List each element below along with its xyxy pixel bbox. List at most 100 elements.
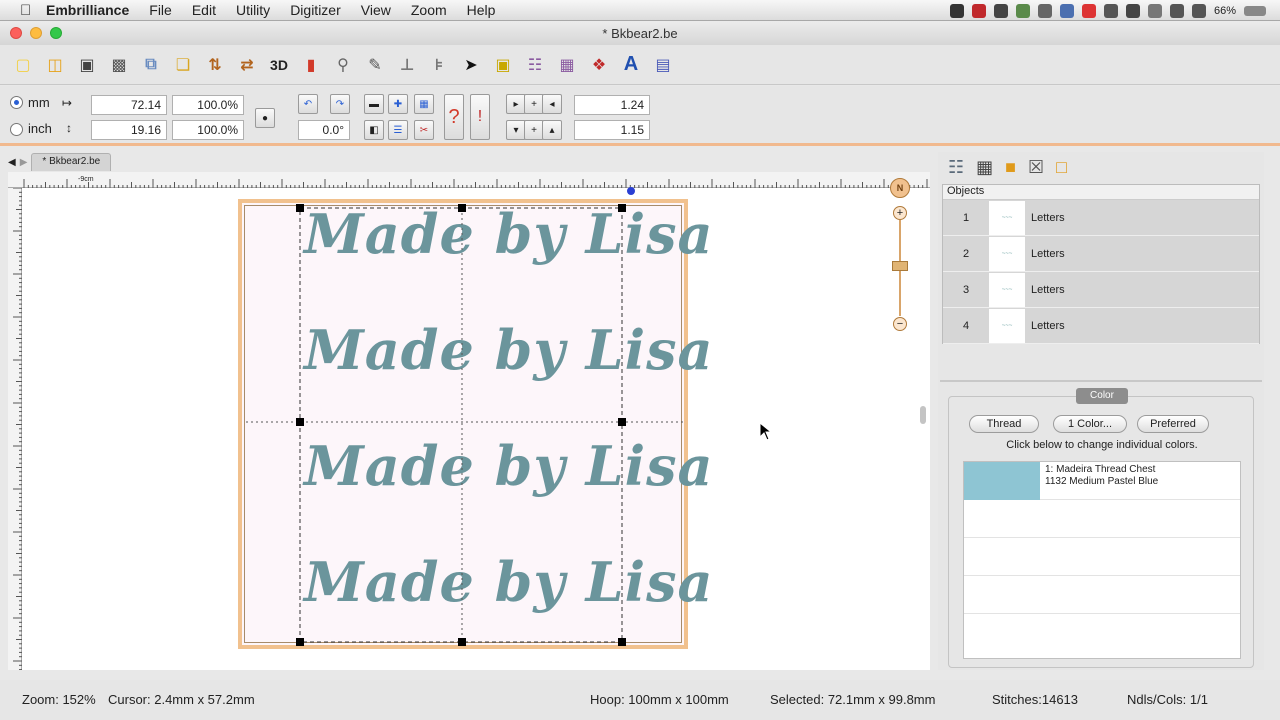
- camera-icon[interactable]: [993, 3, 1008, 18]
- refresh-icon[interactable]: [1059, 3, 1074, 18]
- time-machine-icon[interactable]: [1147, 3, 1162, 18]
- paste-icon[interactable]: ❏: [170, 52, 196, 78]
- text-tool-icon[interactable]: A: [618, 52, 644, 78]
- rotation-field[interactable]: 0.0°: [298, 120, 350, 140]
- color-row[interactable]: 1: Madeira Thread Chest 1132 Medium Past…: [964, 462, 1240, 500]
- unit-inch-radio[interactable]: [10, 123, 23, 136]
- menu-view[interactable]: View: [361, 2, 391, 18]
- lock-aspect-icon[interactable]: ●: [255, 108, 275, 128]
- alert-icon[interactable]: !: [470, 94, 490, 140]
- new-file-icon[interactable]: ▢: [10, 52, 36, 78]
- menu-file[interactable]: File: [149, 2, 172, 18]
- align-left-icon[interactable]: ◧: [364, 120, 384, 140]
- one-color-button[interactable]: 1 Color...: [1053, 415, 1127, 433]
- ruler-icon[interactable]: ✎: [362, 52, 388, 78]
- arrange-plus-h-icon[interactable]: +: [524, 94, 544, 114]
- help-question-icon[interactable]: ?: [444, 94, 464, 140]
- group-icon[interactable]: ▦: [414, 94, 434, 114]
- bar-chart-icon[interactable]: ▮: [298, 52, 324, 78]
- menu-digitizer[interactable]: Digitizer: [290, 2, 341, 18]
- object-row[interactable]: 2 ~~~ Letters: [943, 236, 1259, 272]
- resize-handle-r[interactable]: [618, 418, 626, 426]
- resize-handle-b[interactable]: [458, 638, 466, 646]
- monogram-icon[interactable]: ▤: [650, 52, 676, 78]
- center-icon[interactable]: ✚: [388, 94, 408, 114]
- height-percent-field[interactable]: 100.0%: [172, 120, 244, 140]
- spacing-horizontal-field[interactable]: 1.24: [574, 95, 650, 115]
- rotate-right-icon[interactable]: ↷: [330, 94, 350, 114]
- status-app-icon[interactable]: [949, 3, 964, 18]
- save-icon[interactable]: ▣: [74, 52, 100, 78]
- object-row[interactable]: 4 ~~~ Letters: [943, 308, 1259, 344]
- unlock-icon[interactable]: □: [1056, 157, 1067, 178]
- print-icon[interactable]: ▩: [106, 52, 132, 78]
- volume-icon[interactable]: [1191, 3, 1206, 18]
- magnifier-icon[interactable]: ⚲: [330, 52, 356, 78]
- arrange-left-icon[interactable]: ◂: [542, 94, 562, 114]
- thread-colors-icon[interactable]: ☷: [522, 52, 548, 78]
- align-top-icon[interactable]: ▬: [364, 94, 384, 114]
- object-row[interactable]: 1 ~~~ Letters: [943, 200, 1259, 236]
- mirror-vertical-icon[interactable]: ⇅: [202, 52, 228, 78]
- color-sort-icon[interactable]: ▦: [554, 52, 580, 78]
- battery-icon[interactable]: [1244, 5, 1266, 16]
- menu-zoom[interactable]: Zoom: [411, 2, 447, 18]
- wifi-icon[interactable]: [1169, 3, 1184, 18]
- resize-handle-l[interactable]: [296, 418, 304, 426]
- merge-icon[interactable]: ❖: [586, 52, 612, 78]
- rotate-left-icon[interactable]: ↶: [298, 94, 318, 114]
- zoom-in-icon[interactable]: +: [893, 206, 907, 220]
- apple-menu-icon[interactable]: : [20, 2, 46, 19]
- design-canvas[interactable]: -9cm Made by Lisa Made by Lisa Made by L…: [8, 172, 930, 670]
- unit-mm-radio[interactable]: [10, 96, 23, 109]
- group-objects-icon[interactable]: ▦: [976, 157, 993, 178]
- needle-icon[interactable]: ⊥: [394, 52, 420, 78]
- menu-edit[interactable]: Edit: [192, 2, 216, 18]
- object-row[interactable]: 3 ~~~ Letters: [943, 272, 1259, 308]
- app-menu[interactable]: Embrilliance: [46, 2, 129, 18]
- arrange-right-icon[interactable]: ▸: [506, 94, 526, 114]
- delete-object-icon[interactable]: ☒: [1028, 157, 1044, 178]
- height-field[interactable]: 19.16: [91, 120, 167, 140]
- thread-button[interactable]: Thread: [969, 415, 1039, 433]
- panel-divider[interactable]: [940, 380, 1262, 382]
- 3d-view-icon[interactable]: 3D: [266, 52, 292, 78]
- open-folder-icon[interactable]: ◫: [42, 52, 68, 78]
- hoop-icon[interactable]: ▣: [490, 52, 516, 78]
- arrange-plus-v-icon[interactable]: +: [524, 120, 544, 140]
- resize-handle-br[interactable]: [618, 638, 626, 646]
- resize-handle-t[interactable]: [458, 204, 466, 212]
- resize-handle-tr[interactable]: [618, 204, 626, 212]
- copy-icon[interactable]: ⧉: [138, 52, 164, 78]
- arrange-down-icon[interactable]: ▾: [506, 120, 526, 140]
- menu-utility[interactable]: Utility: [236, 2, 270, 18]
- stitch-path-icon[interactable]: ⊧: [426, 52, 452, 78]
- menu-help[interactable]: Help: [467, 2, 496, 18]
- dropbox-icon[interactable]: [1037, 3, 1052, 18]
- record-icon[interactable]: [971, 3, 986, 18]
- resize-handle-tl[interactable]: [296, 204, 304, 212]
- tab-next-icon[interactable]: ▶: [20, 157, 28, 168]
- expand-objects-icon[interactable]: ☷: [948, 157, 964, 178]
- width-field[interactable]: 72.14: [91, 95, 167, 115]
- ungroup-icon[interactable]: ✂: [414, 120, 434, 140]
- arrange-up-icon[interactable]: ▴: [542, 120, 562, 140]
- sync-icon[interactable]: [1015, 3, 1030, 18]
- zoom-slider-thumb[interactable]: [892, 261, 908, 271]
- zoom-window-button[interactable]: [50, 27, 62, 39]
- spacing-vertical-field[interactable]: 1.15: [574, 120, 650, 140]
- distribute-icon[interactable]: ☰: [388, 120, 408, 140]
- zoom-out-icon[interactable]: −: [893, 317, 907, 331]
- color-swatch[interactable]: [964, 462, 1040, 500]
- vertical-scrollbar[interactable]: [920, 406, 926, 424]
- battery-percent[interactable]: 66%: [1214, 5, 1236, 17]
- resize-handle-bl[interactable]: [296, 638, 304, 646]
- mirror-horizontal-icon[interactable]: ⇄: [234, 52, 260, 78]
- width-percent-field[interactable]: 100.0%: [172, 95, 244, 115]
- tab-bkbear2[interactable]: * Bkbear2.be: [31, 153, 112, 171]
- preferred-button[interactable]: Preferred: [1137, 415, 1209, 433]
- bluetooth-icon[interactable]: [1125, 3, 1140, 18]
- compass-icon[interactable]: N: [890, 178, 910, 198]
- minimize-window-button[interactable]: [30, 27, 42, 39]
- pause-icon[interactable]: [1081, 3, 1096, 18]
